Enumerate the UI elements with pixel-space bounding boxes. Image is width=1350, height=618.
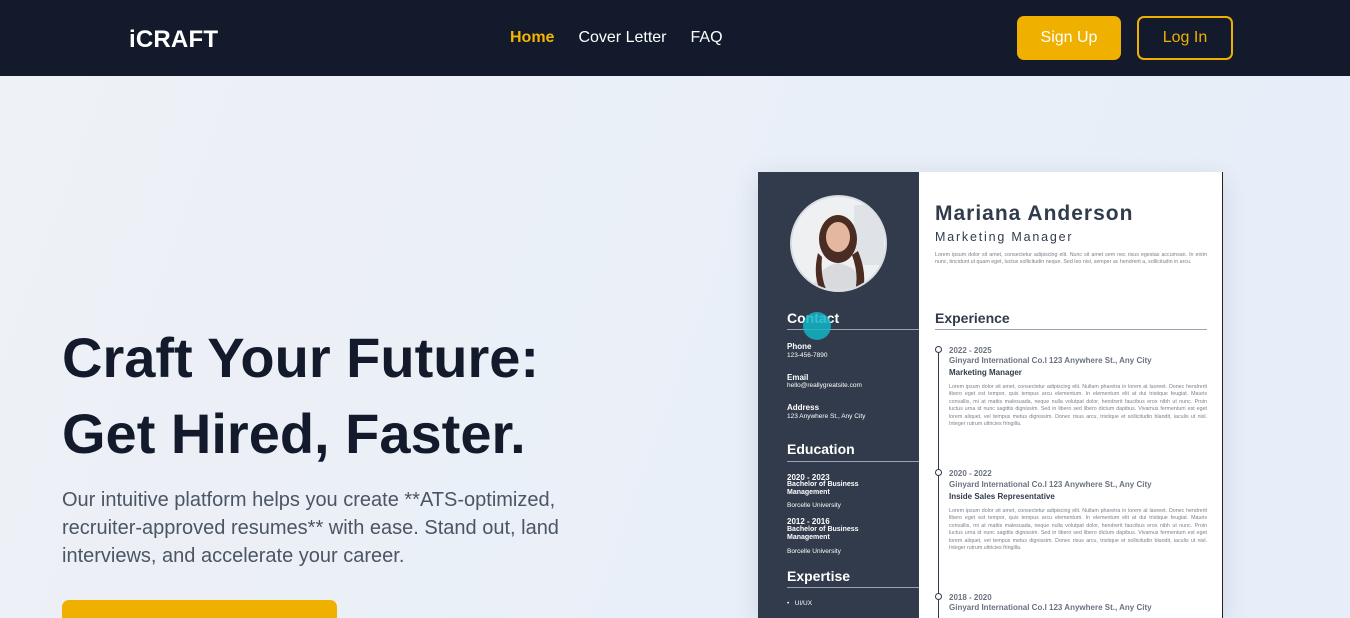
hero-headline-line-1: Craft Your Future: [62, 326, 540, 389]
education-divider [787, 461, 919, 462]
experience-heading: Experience [935, 310, 1010, 326]
edu-2-degree: Bachelor of Business [787, 526, 859, 533]
job-1-period: 2022 - 2025 [949, 346, 992, 355]
email-value: hello@reallygreatsite.com [787, 382, 862, 389]
resume-preview: Contact Phone 123-456-7890 Email hello@r… [758, 172, 1223, 618]
resume-sidebar: Contact Phone 123-456-7890 Email hello@r… [758, 172, 919, 618]
address-label: Address [787, 403, 820, 412]
signup-button[interactable]: Sign Up [1017, 16, 1121, 60]
job-1-description: Lorem ipsum dolor sit amet, consectetur … [949, 384, 1207, 428]
job-3-company: Ginyard International Co.l 123 Anywhere … [949, 603, 1152, 612]
hero-headline: Craft Your Future: Get Hired, Faster. [62, 320, 539, 472]
nav-link-cover-letter[interactable]: Cover Letter [578, 29, 666, 47]
expertise-item: • UI/UX [787, 600, 813, 607]
resume-name: Mariana Anderson [935, 202, 1134, 225]
edu-2-period: 2012 - 2016 [787, 517, 830, 526]
brand-logo[interactable]: iCRAFT [129, 26, 218, 54]
phone-value: 123-456-7890 [787, 352, 828, 359]
hero-headline-line-2: Get Hired, Faster. [62, 402, 526, 465]
nav-link-faq[interactable]: FAQ [691, 29, 723, 47]
job-3-period: 2018 - 2020 [949, 593, 992, 602]
job-2-title: Inside Sales Representative [949, 492, 1055, 501]
timeline-dot [935, 346, 942, 353]
job-2-description: Lorem ipsum dolor sit amet, consectetur … [949, 508, 1207, 552]
job-1-title: Marketing Manager [949, 368, 1022, 377]
edu-2-school: Borcelle University [787, 548, 841, 555]
resume-main: Mariana Anderson Marketing Manager Lorem… [919, 172, 1222, 618]
phone-label: Phone [787, 342, 812, 351]
nav-link-home[interactable]: Home [510, 29, 554, 47]
timeline-dot [935, 593, 942, 600]
experience-divider [935, 329, 1207, 330]
edu-1-degree-2: Management [787, 489, 830, 496]
education-heading: Education [787, 441, 855, 457]
hero-subtext: Our intuitive platform helps you create … [62, 489, 559, 567]
expertise-divider [787, 587, 919, 588]
experience-timeline [938, 350, 939, 618]
hero-cta-button[interactable] [62, 600, 337, 618]
avatar [790, 195, 887, 292]
top-navbar: iCRAFT Home Cover Letter FAQ Sign Up Log… [0, 0, 1350, 76]
address-value: 123 Anywhere St., Any City [787, 413, 866, 420]
nav-links: Home Cover Letter FAQ [510, 29, 723, 47]
resume-intro: Lorem ipsum dolor sit amet, consectetur … [935, 252, 1207, 266]
job-2-company: Ginyard International Co.l 123 Anywhere … [949, 480, 1152, 489]
expertise-item-label: UI/UX [794, 600, 813, 607]
edu-1-degree: Bachelor of Business [787, 481, 859, 488]
email-label: Email [787, 373, 809, 382]
edu-1-school: Borcelle University [787, 502, 841, 509]
login-button[interactable]: Log In [1137, 16, 1233, 60]
job-1-company: Ginyard International Co.l 123 Anywhere … [949, 356, 1152, 365]
cursor-indicator [803, 312, 831, 340]
edu-2-degree-2: Management [787, 534, 830, 541]
timeline-dot [935, 469, 942, 476]
resume-role: Marketing Manager [935, 230, 1074, 244]
job-2-period: 2020 - 2022 [949, 469, 992, 478]
expertise-heading: Expertise [787, 568, 851, 584]
